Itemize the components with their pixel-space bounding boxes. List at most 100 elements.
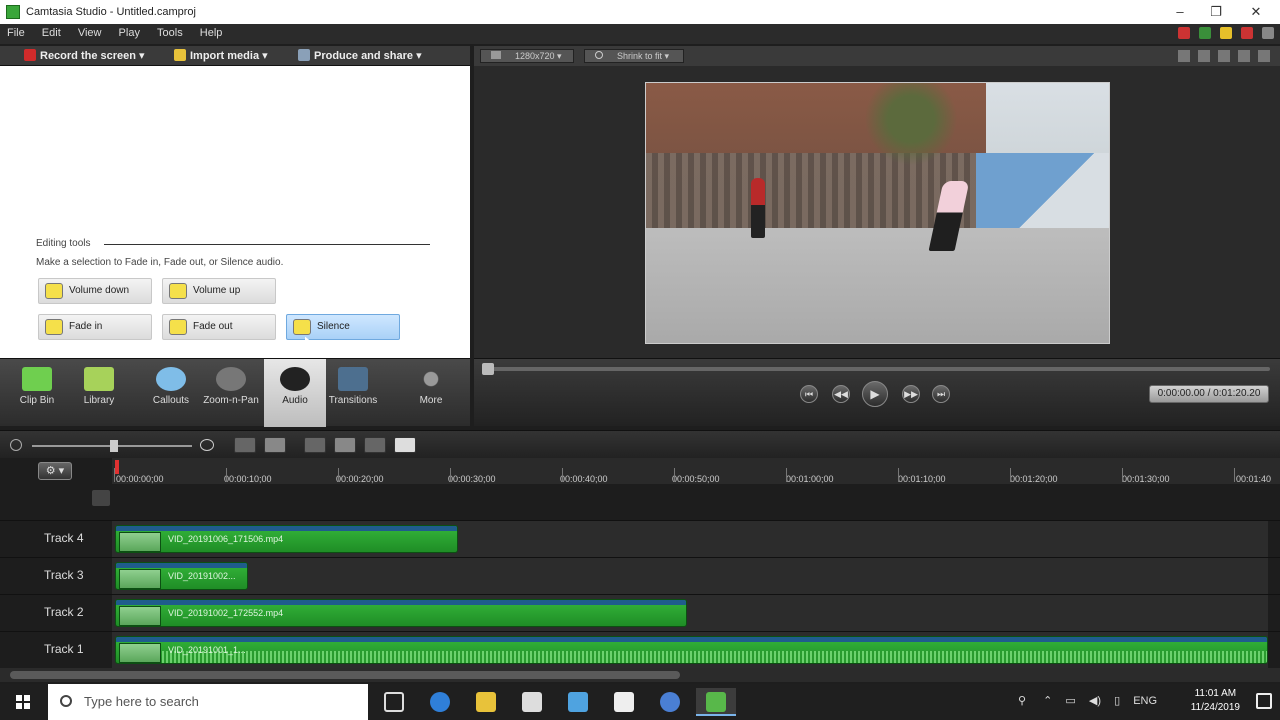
battery-icon[interactable]: ▯ [1114, 695, 1120, 707]
menu-file[interactable]: File [0, 24, 32, 42]
preview-window-buttons[interactable] [1178, 50, 1274, 62]
camtasia-taskbar-button[interactable] [696, 688, 736, 716]
menu-play[interactable]: Play [112, 24, 147, 42]
copy-button[interactable] [334, 437, 356, 453]
volume-icon[interactable]: ◀) [1089, 695, 1101, 707]
app-button[interactable] [558, 688, 598, 716]
file-explorer-button[interactable] [466, 688, 506, 716]
callouts-icon [156, 367, 186, 391]
clip-thumbnail [119, 569, 161, 589]
step-back-button[interactable]: ◀◀ [832, 385, 850, 403]
help-icon[interactable] [1198, 27, 1211, 39]
media-clip[interactable]: VID_20191002... [115, 562, 248, 590]
alert-icon[interactable] [1177, 27, 1190, 39]
ruler-label: 00:01:40 [1236, 474, 1272, 484]
more-icon [416, 367, 446, 391]
clock-date: 11/24/2019 [1190, 702, 1240, 713]
timeline-toolbar [0, 430, 1280, 458]
split-button[interactable] [394, 437, 416, 453]
minimize-button[interactable]: – [1160, 2, 1200, 22]
close-button[interactable]: ✕ [1236, 2, 1276, 22]
menu-help[interactable]: Help [193, 24, 230, 42]
tab-transitions[interactable]: Transitions [322, 359, 384, 427]
zoom-out-icon[interactable] [10, 439, 22, 451]
notification-icon[interactable] [1256, 693, 1272, 709]
taskbar-search[interactable]: Type here to search [48, 684, 368, 720]
task-view-icon [384, 692, 404, 712]
import-media-button[interactable]: Import media ▾ [168, 48, 274, 64]
undo-button[interactable] [234, 437, 256, 453]
edge-icon [430, 692, 450, 712]
scrub-handle[interactable] [482, 363, 494, 375]
produce-share-button[interactable]: Produce and share ▾ [292, 48, 428, 64]
media-clip[interactable]: VID_20191001_1... [115, 636, 1268, 664]
speaker-icon [280, 367, 310, 391]
track-lane[interactable] [112, 558, 1268, 594]
people-icon[interactable]: ⚲ [1018, 695, 1026, 707]
menu-bar: File Edit View Play Tools Help [0, 24, 1280, 44]
cut-button[interactable] [304, 437, 326, 453]
fade-in-button[interactable]: Fade in [38, 314, 152, 340]
video-preview[interactable] [645, 82, 1110, 344]
network-icon[interactable]: ▭ [1065, 695, 1075, 707]
info-icon[interactable] [1262, 27, 1274, 39]
ruler-label: 00:00:30;00 [448, 474, 496, 484]
mail-button[interactable] [512, 688, 552, 716]
ruler-tick [226, 468, 227, 482]
record-icon [24, 49, 36, 61]
tab-clip-bin[interactable]: Clip Bin [6, 359, 68, 427]
track-options-icon[interactable] [92, 490, 110, 506]
tip-icon[interactable] [1219, 27, 1232, 39]
play-button[interactable]: ▶ [862, 381, 888, 407]
media-clip[interactable]: VID_20191002_172552.mp4 [115, 599, 687, 627]
fade-out-button[interactable]: Fade out [162, 314, 276, 340]
store-button[interactable] [604, 688, 644, 716]
ruler-label: 00:00:10;00 [224, 474, 272, 484]
timeline-zoom-knob[interactable] [110, 440, 118, 452]
redo-button[interactable] [264, 437, 286, 453]
volume-up-button[interactable]: Volume up [162, 278, 276, 304]
menu-view[interactable]: View [71, 24, 109, 42]
go-to-end-button[interactable]: ⏭ [932, 385, 950, 403]
chevron-up-icon[interactable]: ⌃ [1043, 695, 1052, 707]
tab-more[interactable]: More [400, 359, 462, 427]
language-indicator[interactable]: ENG [1133, 695, 1157, 707]
silence-button[interactable]: Silence [286, 314, 400, 340]
menu-tools[interactable]: Tools [150, 24, 190, 42]
ruler-tick [674, 468, 675, 482]
scrub-bar[interactable] [484, 367, 1270, 371]
record-screen-button[interactable]: Record the screen ▾ [18, 48, 151, 64]
zoom-in-icon[interactable] [200, 439, 214, 451]
windows-logo-icon [16, 695, 30, 709]
menu-edit[interactable]: Edit [35, 24, 68, 42]
volume-down-button[interactable]: Volume down [38, 278, 152, 304]
taskbar-clock[interactable]: 11:01 AM 11/24/2019 [1191, 687, 1240, 715]
clip-name: VID_20191001_1... [168, 645, 246, 655]
tab-library[interactable]: Library [68, 359, 130, 427]
chrome-button[interactable] [650, 688, 690, 716]
timeline-scrollbar[interactable] [0, 668, 1280, 682]
scrollbar-thumb[interactable] [10, 671, 680, 679]
timeline-ruler[interactable]: 00:00:00;00 00:00:10;00 00:00:20;00 00:0… [112, 458, 1280, 484]
playhead[interactable] [115, 460, 119, 474]
fade-out-icon [169, 319, 187, 335]
canvas-size-dropdown[interactable]: 1280x720 ▾ [480, 49, 574, 63]
paste-button[interactable] [364, 437, 386, 453]
edge-button[interactable] [420, 688, 460, 716]
ruler-tick [1234, 468, 1235, 482]
record-icon[interactable] [1240, 27, 1253, 39]
clip-thumbnail [119, 532, 161, 552]
timeline-settings-button[interactable]: ⚙ ▾ [38, 462, 72, 480]
step-forward-button[interactable]: ▶▶ [902, 385, 920, 403]
tab-audio[interactable]: Audio [264, 359, 326, 427]
tab-callouts[interactable]: Callouts [140, 359, 202, 427]
go-to-start-button[interactable]: ⏮ [800, 385, 818, 403]
media-clip[interactable]: VID_20191006_171506.mp4 [115, 525, 458, 553]
maximize-button[interactable]: ❐ [1196, 2, 1236, 22]
clip-thumbnail [119, 643, 161, 663]
tab-zoom-n-pan[interactable]: Zoom-n-Pan [200, 359, 262, 427]
zoom-dropdown[interactable]: Shrink to fit ▾ [584, 49, 684, 63]
start-button[interactable] [0, 684, 46, 720]
task-view-button[interactable] [374, 688, 414, 716]
volume-up-icon [169, 283, 187, 299]
